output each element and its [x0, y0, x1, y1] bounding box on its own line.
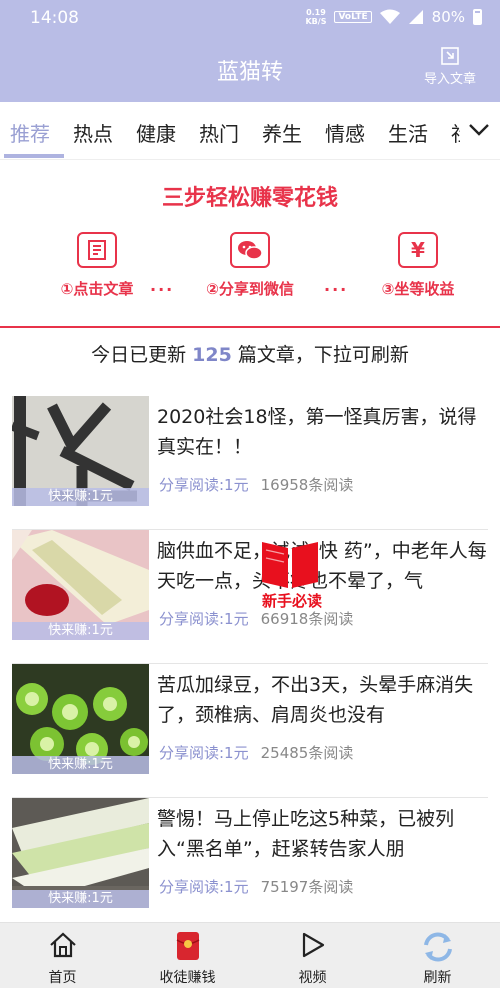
battery-percent: 80%: [431, 8, 465, 26]
yen-icon: ¥: [398, 232, 438, 268]
signal-icon: [408, 10, 423, 24]
earn-badge: 快来赚:1元: [12, 890, 149, 908]
banner-title: 三步轻松赚零花钱: [161, 186, 338, 211]
bottom-navigation: 首页 收徒赚钱 视频 刷新: [0, 922, 500, 988]
step-label: ①点击文章: [60, 280, 134, 298]
tab-wellness[interactable]: 养生: [262, 118, 302, 147]
earn-badge: 快来赚:1元: [12, 488, 149, 506]
volte-badge: VoLTE: [334, 11, 372, 23]
tab-hot-news[interactable]: 热点: [73, 118, 113, 147]
article-item[interactable]: 快来赚:1元 警惕！马上停止吃这5种菜，已被列入“黑名单”，赶紧转告家人朋 分享…: [0, 798, 500, 932]
nav-recruit-earn-label: 收徒赚钱: [159, 970, 216, 986]
red-envelope-icon: [176, 932, 199, 960]
tab-popular[interactable]: 热门: [199, 118, 239, 147]
step-click-article: ①点击文章: [37, 232, 157, 299]
update-notice: 今日已更新 125 篇文章，下拉可刷新: [0, 340, 500, 367]
article-thumbnail: 快来赚:1元: [12, 530, 149, 640]
tabs-expand-button[interactable]: [460, 102, 500, 159]
article-item[interactable]: 快来赚:1元 脑供血不足，试试“快 药”，中老年人每天吃一点，头不疼也不晕了，气…: [0, 530, 500, 664]
import-article-button[interactable]: 导入文章: [410, 46, 490, 87]
tab-emotion[interactable]: 情感: [325, 118, 365, 147]
earn-badge: 快来赚:1元: [12, 756, 149, 774]
nav-refresh[interactable]: 刷新: [375, 923, 500, 988]
article-count: 125: [192, 344, 232, 366]
app-header: 14:08 0.19 KB/S VoLTE 80% 蓝猫转 导入文章: [0, 0, 500, 102]
earn-steps-banner[interactable]: 三步轻松赚零花钱 ①点击文章 ②分享到微信 ¥ ③坐等收益 ··· ···: [0, 160, 500, 328]
nav-video-label: 视频: [298, 970, 327, 986]
tab-life[interactable]: 生活: [388, 118, 428, 147]
step-separator: ···: [324, 280, 349, 299]
step-wait-income: ¥ ③坐等收益: [358, 232, 478, 299]
network-speed-unit: KB/S: [305, 17, 327, 26]
status-icons: 0.19 KB/S VoLTE 80%: [305, 8, 482, 26]
refresh-icon: [423, 932, 452, 962]
import-article-label: 导入文章: [423, 72, 476, 87]
step-separator: ···: [150, 280, 175, 299]
nav-home[interactable]: 首页: [0, 923, 125, 988]
nav-home-label: 首页: [48, 970, 77, 986]
share-reward: 分享阅读:1元: [159, 744, 249, 762]
tab-health[interactable]: 健康: [136, 118, 176, 147]
network-speed-value: 0.19: [306, 8, 326, 17]
tab-recommend[interactable]: 推荐: [10, 118, 50, 147]
notice-suffix: 篇文章，下拉可刷新: [231, 344, 409, 366]
nav-recruit-earn[interactable]: 收徒赚钱: [125, 923, 250, 988]
play-icon: [302, 932, 324, 958]
article-thumbnail: 快来赚:1元: [12, 798, 149, 908]
wechat-icon: [230, 232, 270, 268]
newbie-guide-label: 新手必读: [261, 592, 322, 610]
battery-icon: [473, 9, 482, 25]
article-item[interactable]: 快来赚:1元 苦瓜加绿豆，不出3天，头晕手麻消失了，颈椎病、肩周炎也没有 分享阅…: [0, 664, 500, 798]
share-reward: 分享阅读:1元: [159, 878, 249, 896]
article-meta: 分享阅读:1元 16958条阅读: [159, 474, 353, 495]
nav-refresh-label: 刷新: [423, 970, 452, 986]
article-title: 苦瓜加绿豆，不出3天，头晕手麻消失了，颈椎病、肩周炎也没有: [157, 674, 474, 726]
active-tab-indicator: [4, 154, 64, 158]
article-title: 警惕！马上停止吃这5种菜，已被列入“黑名单”，赶紧转告家人朋: [157, 808, 455, 860]
network-speed: 0.19 KB/S: [305, 8, 326, 26]
share-reward: 分享阅读:1元: [159, 476, 249, 494]
read-count: 75197条阅读: [260, 878, 354, 896]
import-icon: [441, 47, 459, 65]
newbie-guide-button[interactable]: 新手必读: [252, 534, 330, 614]
article-title: 2020社会18怪，第一怪真厉害，说得真实在！！: [157, 406, 477, 458]
open-book-icon: [262, 541, 318, 588]
wifi-icon: [379, 9, 400, 24]
article-meta: 分享阅读:1元 75197条阅读: [159, 876, 353, 897]
article-item[interactable]: 快来赚:1元 2020社会18怪，第一怪真厉害，说得真实在！！ 分享阅读:1元 1…: [0, 396, 500, 530]
read-count: 25485条阅读: [260, 744, 354, 762]
chevron-down-icon: [469, 124, 489, 136]
home-icon: [49, 932, 76, 958]
article-thumbnail: 快来赚:1元: [12, 664, 149, 774]
status-bar: 14:08 0.19 KB/S VoLTE 80%: [0, 0, 500, 36]
nav-video[interactable]: 视频: [250, 923, 375, 988]
article-meta: 分享阅读:1元 25485条阅读: [159, 742, 353, 763]
step-share-wechat: ②分享到微信: [190, 232, 310, 299]
document-icon: [77, 232, 117, 268]
status-time: 14:08: [30, 8, 79, 28]
share-reward: 分享阅读:1元: [159, 610, 249, 628]
step-label: ②分享到微信: [206, 280, 294, 298]
notice-prefix: 今日已更新: [91, 344, 193, 366]
step-label: ③坐等收益: [381, 280, 455, 298]
category-tabs: 推荐 热点 健康 热门 养生 情感 生活 社: [0, 102, 500, 160]
earn-badge: 快来赚:1元: [12, 622, 149, 640]
read-count: 16958条阅读: [260, 476, 354, 494]
article-thumbnail: 快来赚:1元: [12, 396, 149, 506]
